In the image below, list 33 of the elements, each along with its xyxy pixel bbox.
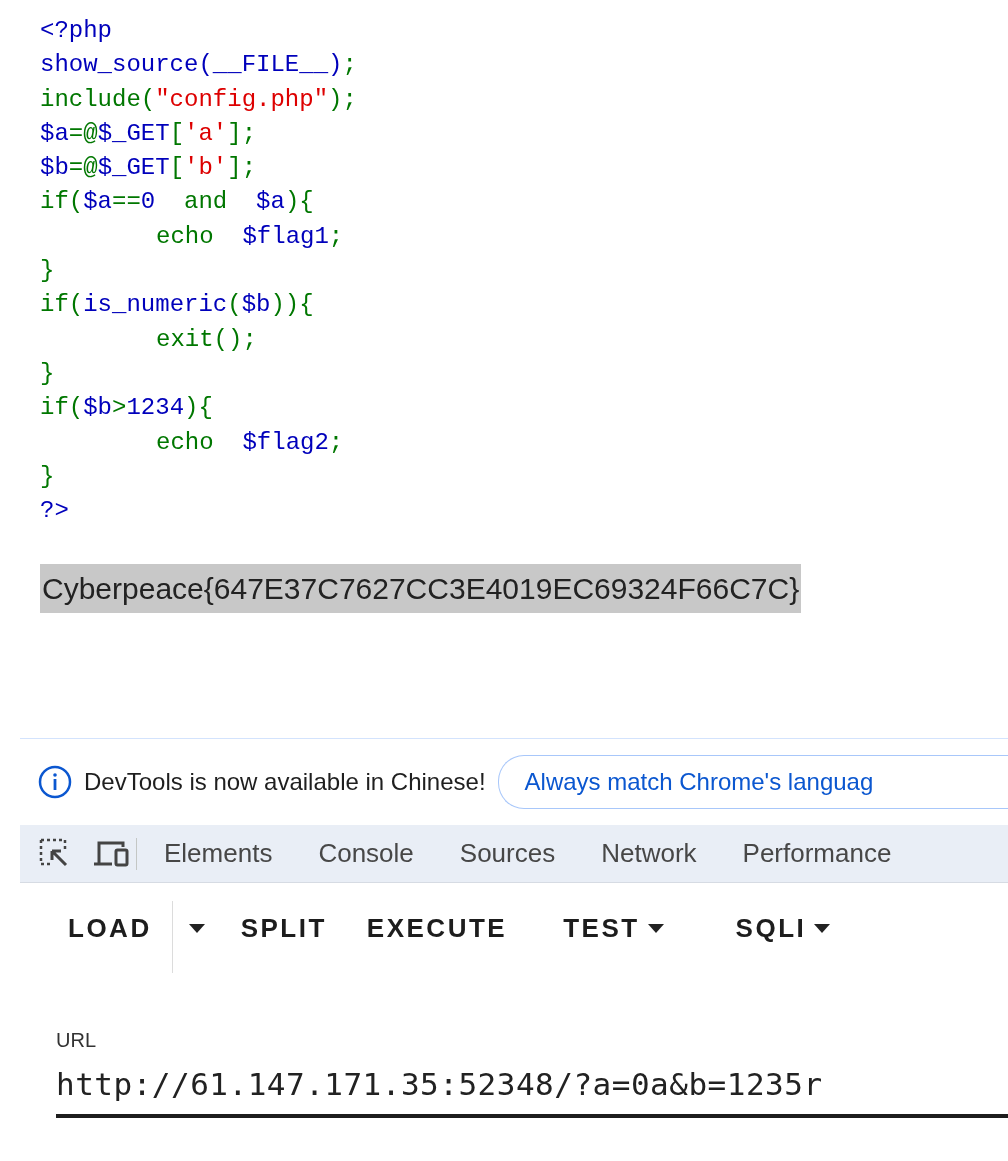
devtools-tab[interactable]: Performance — [719, 834, 915, 874]
toolbar-button[interactable]: SPLIT — [220, 883, 347, 974]
devtools-tab[interactable]: Console — [295, 834, 437, 874]
code-line: if($a==0 and $a){ — [40, 187, 314, 218]
code-line: <?php — [40, 16, 112, 46]
flag-text: Cyberpeace{647E37C7627CC3E4019EC69324F66C7C} — [40, 564, 802, 614]
code-line: $b=@$_GET['b']; — [40, 153, 257, 184]
code-line: echo $flag2; — [156, 427, 344, 458]
devtools-tab[interactable]: Network — [578, 834, 720, 874]
code-line: } — [40, 256, 55, 287]
devtools-tab[interactable]: Elements — [141, 834, 296, 874]
toolbar-button[interactable]: EXECUTE — [346, 883, 528, 974]
code-line: echo $flag1; — [156, 221, 344, 252]
code-line: } — [40, 358, 55, 389]
info-icon — [38, 765, 72, 800]
caret-icon — [188, 923, 205, 933]
info-message: DevTools is now available in Chinese! — [84, 767, 486, 798]
devtools-tab[interactable]: Sources — [436, 834, 579, 874]
code-line: } — [40, 461, 55, 492]
caret-icon — [647, 923, 664, 933]
url-label: URL — [56, 1028, 97, 1054]
code-line: $a=@$_GET['a']; — [40, 118, 257, 149]
code-line: if($b>1234){ — [40, 393, 213, 424]
code-line: show_source(__FILE__); — [40, 50, 357, 81]
code-line: include("config.php"); — [40, 84, 357, 115]
dropdown-button[interactable]: SQLI — [699, 883, 867, 974]
code-line: exit(); — [156, 324, 257, 355]
code-line: if(is_numeric($b)){ — [40, 290, 314, 321]
dropdown-button[interactable]: TEST — [527, 883, 700, 974]
toolbar-button[interactable]: LOAD — [48, 883, 172, 974]
code-line: ?> — [40, 496, 69, 527]
language-button[interactable]: Always match Chrome's languag — [497, 755, 1008, 810]
caret-icon — [814, 923, 831, 933]
